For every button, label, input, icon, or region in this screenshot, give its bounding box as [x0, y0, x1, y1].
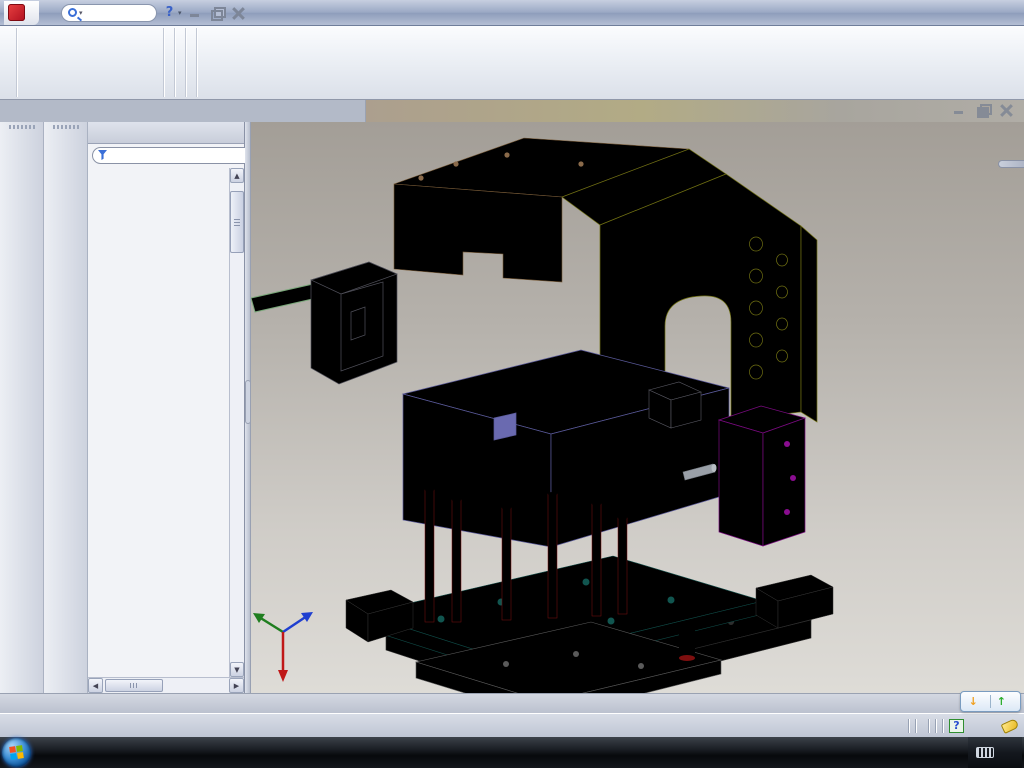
tree-filter-box[interactable]	[92, 147, 259, 164]
minimize-button[interactable]	[188, 7, 202, 19]
sketch-group	[6, 28, 17, 97]
command-manager-ribbon	[0, 26, 1024, 100]
task-pane-strip	[998, 160, 1024, 168]
model-view[interactable]	[251, 122, 1024, 693]
help-icon[interactable]	[161, 5, 178, 21]
tag-icon[interactable]	[1001, 718, 1020, 734]
network-speed-widget[interactable]	[960, 691, 1021, 712]
command-tabs	[0, 100, 366, 122]
status-bar	[0, 713, 1024, 737]
part-slide-block[interactable]	[719, 406, 805, 546]
windows-taskbar	[0, 737, 1024, 768]
toolbar-grip[interactable]	[9, 125, 35, 129]
features-toolbar	[0, 122, 44, 693]
scroll-up-icon[interactable]: ▲	[230, 168, 244, 183]
sketch-entities-group	[17, 28, 164, 97]
part-clamp-block[interactable]	[311, 262, 397, 384]
feature-manager-panel: ▲ ▼ ◀ ▶	[88, 122, 245, 693]
window-controls	[188, 7, 246, 19]
search-icon	[68, 8, 77, 17]
download-arrow-icon	[969, 695, 978, 708]
solidworks-logo-icon	[8, 4, 25, 21]
tree-horizontal-scrollbar[interactable]: ◀ ▶	[88, 677, 244, 693]
scroll-down-icon[interactable]: ▼	[230, 662, 244, 677]
search-box[interactable]: ▾	[61, 4, 157, 22]
solidworks-window: ▾ ▾	[0, 0, 1024, 768]
scroll-right-icon[interactable]: ▶	[229, 678, 244, 693]
reference-triad	[253, 612, 313, 682]
surfaces-toolbar	[44, 122, 88, 693]
app-logo	[4, 1, 39, 25]
part-rail-right[interactable]	[756, 575, 833, 628]
doc-restore-button[interactable]	[976, 104, 990, 116]
model-tabs-row	[0, 693, 1024, 713]
scroll-thumb[interactable]	[230, 191, 244, 253]
feature-manager-tabs	[88, 122, 244, 144]
title-bar: ▾ ▾	[0, 0, 1024, 26]
highlighted-sketch-mark	[732, 468, 744, 480]
doc-minimize-button[interactable]	[952, 104, 966, 116]
viewport-top-edge	[366, 100, 1024, 122]
windows-flag-icon	[9, 745, 24, 760]
upload-arrow-icon	[997, 695, 1006, 708]
start-button[interactable]	[2, 738, 31, 767]
search-scope-chevron-icon[interactable]: ▾	[79, 9, 83, 17]
toolbar-grip[interactable]	[53, 125, 79, 129]
filter-row	[88, 144, 244, 166]
part-stop-cylinder[interactable]	[679, 627, 695, 661]
tree-vertical-scrollbar[interactable]: ▲ ▼	[229, 168, 244, 677]
doc-close-button[interactable]	[1000, 104, 1014, 116]
part-handle-bar[interactable]	[251, 284, 317, 312]
sketch-tools-group	[164, 28, 175, 97]
document-window-controls	[952, 104, 1014, 116]
sketch-utility-group	[186, 28, 197, 97]
search-input[interactable]	[86, 6, 142, 19]
command-tab-strip	[0, 100, 1024, 122]
close-button[interactable]	[232, 7, 246, 19]
part-connector-box[interactable]	[649, 382, 701, 428]
keyboard-layout-icon[interactable]	[976, 747, 994, 758]
graphics-area[interactable]	[251, 122, 1024, 693]
pattern-tools-group	[175, 28, 186, 97]
feature-tree	[88, 166, 244, 677]
quick-tips-icon[interactable]	[949, 719, 964, 733]
scroll-thumb[interactable]	[105, 679, 163, 692]
system-tray	[968, 737, 1022, 768]
scroll-left-icon[interactable]: ◀	[88, 678, 103, 693]
restore-button[interactable]	[210, 7, 224, 19]
help-dropdown-icon[interactable]: ▾	[178, 9, 182, 17]
tree-filter-input[interactable]	[111, 149, 253, 161]
filter-funnel-icon	[98, 150, 107, 160]
feature-tooltip	[743, 501, 753, 503]
